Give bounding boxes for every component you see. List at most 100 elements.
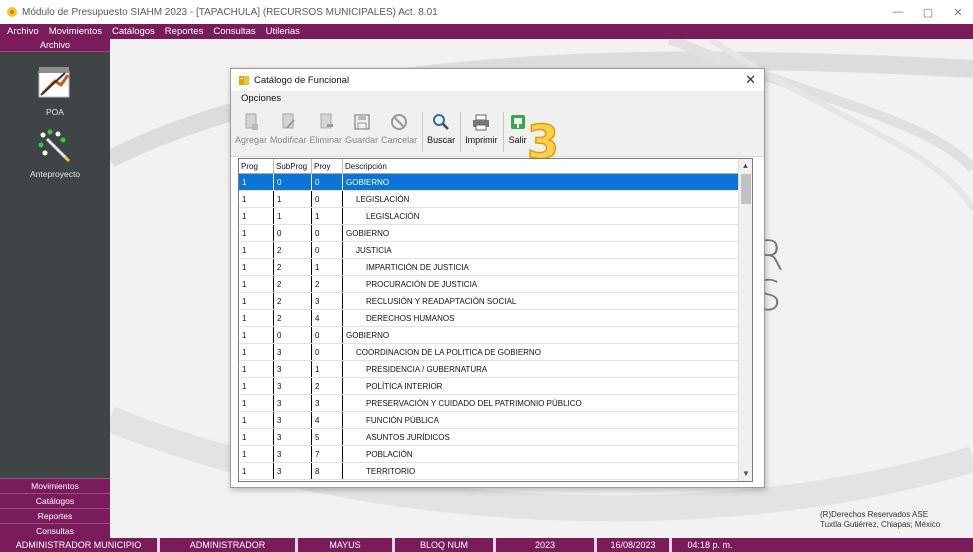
table-row[interactable]: 1 3 3 PRESERVACIÓN Y CUIDADO DEL PATRIMONIO… (239, 395, 752, 412)
agregar-button[interactable]: Agregar (235, 107, 267, 145)
cell-subprog: 2 (274, 276, 312, 292)
cancelar-button[interactable]: Cancelar (381, 107, 417, 145)
cell-proy: 8 (312, 463, 343, 479)
copyright-notice: (R)Derechos Reservados ASE Tuxtla Gutiér… (820, 510, 940, 530)
menu-reportes[interactable]: Reportes (165, 26, 204, 37)
cell-proy: 3 (312, 395, 343, 411)
cell-subprog: 3 (274, 344, 312, 360)
tool-anteproyecto[interactable]: Anteproyecto (0, 125, 110, 179)
salir-button[interactable]: Salir (508, 107, 528, 145)
copyright-line-2: Tuxtla Gutiérrez, Chiapas; México (820, 520, 941, 529)
cell-prog: 1 (239, 174, 274, 190)
cell-descripcion: POLÍTICA INTERIOR (366, 382, 443, 391)
scroll-up-icon[interactable]: ▲ (739, 159, 752, 173)
printer-icon (473, 114, 490, 131)
cell-prog: 1 (239, 412, 274, 428)
panel-tab-consultas[interactable]: Consultas (0, 523, 110, 538)
window-titlebar: Módulo de Presupuesto SIAHM 2023 - [TAPA… (0, 0, 973, 24)
cell-descripcion: TERRITORIO (366, 467, 416, 476)
cell-prog: 1 (239, 463, 274, 479)
imprimir-button[interactable]: Imprimir (465, 107, 498, 145)
scroll-down-icon[interactable]: ▼ (739, 467, 752, 481)
cell-prog: 1 (239, 361, 274, 377)
save-icon (353, 114, 370, 130)
left-panel: Archivo POA Anteproyecto Movimientos Cat… (0, 39, 110, 538)
catalog-icon (239, 76, 249, 85)
table-row[interactable]: 1 3 8 TERRITORIO (239, 463, 752, 480)
cell-proy: 4 (312, 310, 343, 326)
table-row[interactable]: 1 1 0 LEGISLACIÓN (239, 191, 752, 208)
menu-consultas[interactable]: Consultas (213, 26, 255, 37)
menu-archivo[interactable]: Archivo (7, 26, 39, 37)
modificar-button[interactable]: Modificar (270, 107, 307, 145)
panel-tab-catalogos[interactable]: Catálogos (0, 493, 110, 508)
cell-subprog: 3 (274, 463, 312, 479)
delete-icon (320, 113, 333, 129)
funcional-grid[interactable]: Prog SubProg Proy Descripción 1 0 0 GOBIERN… (238, 158, 753, 482)
cell-prog: 1 (239, 310, 274, 326)
status-caps: MAYUS (298, 538, 395, 552)
column-header-prog[interactable]: Prog (239, 159, 274, 173)
cell-prog: 1 (239, 395, 274, 411)
cell-subprog: 2 (274, 310, 312, 326)
cell-descripcion: FUNCIÓN PÚBLICA (366, 416, 439, 425)
eliminar-button[interactable]: Eliminar (310, 107, 342, 145)
cell-proy: 0 (312, 191, 343, 207)
table-row[interactable]: 1 3 2 POLÍTICA INTERIOR (239, 378, 752, 395)
cell-descripcion: LEGISLACIÓN (366, 212, 420, 221)
guardar-button[interactable]: Guardar (345, 107, 378, 145)
tool-poa[interactable]: POA (0, 63, 110, 117)
cell-subprog: 2 (274, 242, 312, 258)
grid-body: 1 0 0 GOBIERNO 1 1 0 LEGISLACIÓN 1 1 1 LEGISLACIÓN 1… (239, 174, 752, 480)
panel-tab-movimientos[interactable]: Movimientos (0, 478, 110, 493)
cell-proy: 0 (312, 327, 343, 343)
cell-proy: 7 (312, 446, 343, 462)
cancel-icon (391, 114, 408, 130)
grid-scrollbar[interactable]: ▲ ▼ (738, 159, 752, 481)
table-row[interactable]: 1 2 1 IMPARTICIÓN DE JUSTICIA (239, 259, 752, 276)
table-row[interactable]: 1 2 4 DERECHOS HUMANOS (239, 310, 752, 327)
table-row[interactable]: 1 0 0 GOBIERNO (239, 174, 752, 191)
table-row[interactable]: 1 1 1 LEGISLACIÓN (239, 208, 752, 225)
catalogo-funcional-dialog: Catálogo de Funcional ✕ Opciones Agregar… (230, 68, 765, 488)
cell-descripcion: PRESIDENCIA / GUBERNATURA (366, 365, 488, 374)
table-row[interactable]: 1 2 3 RECLUSIÓN Y READAPTACIÓN SOCIAL (239, 293, 752, 310)
cell-subprog: 1 (274, 208, 312, 224)
close-button[interactable]: ✕ (943, 0, 973, 24)
table-row[interactable]: 1 2 0 JUSTICIA (239, 242, 752, 259)
dialog-menu-opciones[interactable]: Opciones (231, 91, 764, 107)
table-row[interactable]: 1 3 7 POBLACIÓN (239, 446, 752, 463)
column-header-subprog[interactable]: SubProg (274, 159, 312, 173)
scroll-thumb[interactable] (741, 174, 751, 204)
cell-prog: 1 (239, 259, 274, 275)
cell-descripcion: ASUNTOS JURÍDICOS (366, 433, 450, 442)
poa-icon (38, 67, 70, 98)
panel-header-archivo[interactable]: Archivo (0, 39, 110, 52)
menu-utilerias[interactable]: Utilerias (266, 26, 300, 37)
column-header-descripcion[interactable]: Descripción (343, 159, 739, 173)
table-row[interactable]: 1 3 5 ASUNTOS JURÍDICOS (239, 429, 752, 446)
minimize-button[interactable]: — (883, 0, 913, 24)
cell-subprog: 2 (274, 293, 312, 309)
table-row[interactable]: 1 2 2 PROCURACIÓN DE JUSTICIA (239, 276, 752, 293)
panel-tab-reportes[interactable]: Reportes (0, 508, 110, 523)
search-icon (433, 114, 450, 130)
cell-descripcion: DERECHOS HUMANOS (366, 314, 455, 323)
dialog-close-button[interactable]: ✕ (745, 72, 756, 88)
table-row[interactable]: 1 3 1 PRESIDENCIA / GUBERNATURA (239, 361, 752, 378)
cell-descripcion: PRESERVACIÓN Y CUIDADO DEL PATRIMONIO PÚ… (366, 399, 582, 408)
menu-catalogos[interactable]: Catálogos (112, 26, 155, 37)
agregar-label: Agregar (235, 135, 268, 145)
dialog-title: Catálogo de Funcional (254, 74, 350, 86)
exit-icon (510, 115, 525, 129)
table-row[interactable]: 1 0 0 GOBIERNO (239, 327, 752, 344)
cell-descripcion: LEGISLACIÓN (356, 195, 410, 204)
maximize-button[interactable]: ▢ (913, 0, 943, 24)
buscar-button[interactable]: Buscar (427, 107, 455, 145)
menu-movimientos[interactable]: Movimientos (49, 26, 102, 37)
table-row[interactable]: 1 3 4 FUNCIÓN PÚBLICA (239, 412, 752, 429)
column-header-proy[interactable]: Proy (312, 159, 343, 173)
table-row[interactable]: 1 3 0 COORDINACION DE LA POLITICA DE GOBIER… (239, 344, 752, 361)
status-numlock: BLOQ NUM (395, 538, 496, 552)
table-row[interactable]: 1 0 0 GOBIERNO (239, 225, 752, 242)
